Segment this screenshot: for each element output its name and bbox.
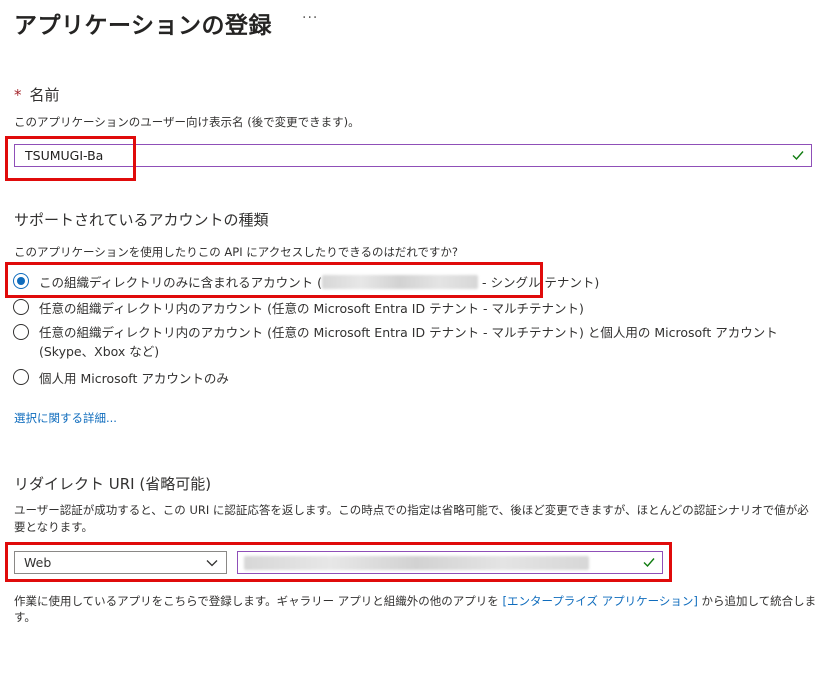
redirect-uri-title: リダイレクト URI (省略可能): [14, 475, 212, 493]
required-mark: *: [14, 86, 22, 104]
radio-personal-only-label: 個人用 Microsoft アカウントのみ: [39, 371, 229, 386]
name-label-text: 名前: [29, 86, 60, 104]
highlight-account-type: [5, 262, 543, 298]
radio-unselected-icon[interactable]: [13, 299, 29, 315]
name-label: * 名前: [14, 84, 60, 105]
radio-multi-tenant-label: 任意の組織ディレクトリ内のアカウント (任意の Microsoft Entra …: [39, 301, 584, 316]
radio-multi-tenant-personal[interactable]: 任意の組織ディレクトリ内のアカウント (任意の Microsoft Entra …: [13, 323, 813, 361]
valid-check-icon: [792, 151, 804, 161]
radio-unselected-icon[interactable]: [13, 369, 29, 385]
radio-personal-only[interactable]: 個人用 Microsoft アカウントのみ: [13, 368, 229, 387]
redirect-footer-text-before: 作業に使用しているアプリをこちらで登録します。ギャラリー アプリと組織外の他のア…: [14, 594, 503, 608]
highlight-name: [5, 136, 136, 181]
name-description: このアプリケーションのユーザー向け表示名 (後で変更できます)。: [14, 115, 360, 129]
more-options-button[interactable]: ···: [302, 10, 318, 26]
enterprise-apps-link[interactable]: [エンタープライズ アプリケーション]: [502, 594, 697, 608]
redirect-uri-description: ユーザー認証が成功すると、この URI に認証応答を返します。この時点での指定は…: [14, 503, 809, 534]
selection-details-link[interactable]: 選択に関する詳細...: [14, 410, 117, 426]
radio-multi-tenant-personal-label: 任意の組織ディレクトリ内のアカウント (任意の Microsoft Entra …: [39, 325, 778, 359]
redirect-footer: 作業に使用しているアプリをこちらで登録します。ギャラリー アプリと組織外の他のア…: [14, 593, 824, 625]
account-types-title: サポートされているアカウントの種類: [14, 211, 269, 229]
page-title: アプリケーションの登録: [14, 13, 273, 39]
radio-multi-tenant[interactable]: 任意の組織ディレクトリ内のアカウント (任意の Microsoft Entra …: [13, 298, 584, 317]
account-types-question: このアプリケーションを使用したりこの API にアクセスしたりできるのはだれです…: [14, 245, 458, 259]
radio-unselected-icon[interactable]: [13, 324, 29, 340]
highlight-redirect-uri: [5, 542, 672, 582]
